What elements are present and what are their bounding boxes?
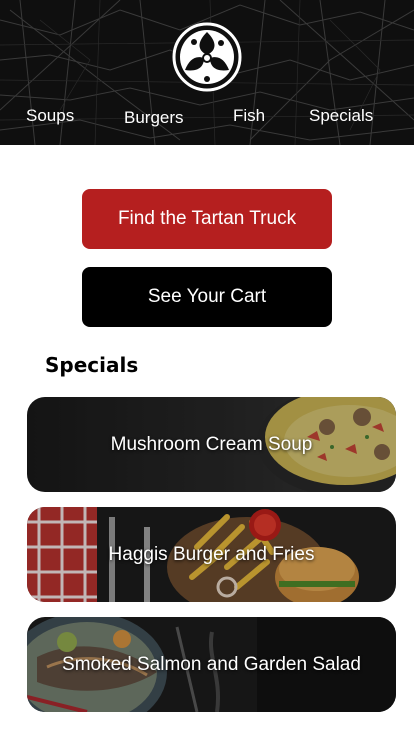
special-card-mushroom-soup[interactable]: Mushroom Cream Soup (27, 397, 396, 492)
special-card-label: Smoked Salmon and Garden Salad (62, 653, 361, 675)
see-cart-button[interactable]: See Your Cart (82, 267, 332, 327)
nav-item-fish[interactable]: Fish (233, 106, 265, 126)
nav-item-burgers[interactable]: Burgers (124, 108, 184, 128)
special-card-haggis-burger[interactable]: Haggis Burger and Fries (27, 507, 396, 602)
nav-item-specials[interactable]: Specials (309, 106, 373, 126)
find-truck-button[interactable]: Find the Tartan Truck (82, 189, 332, 249)
special-card-label: Haggis Burger and Fries (108, 543, 315, 565)
category-nav: Soups Burgers Fish Specials (0, 106, 414, 128)
special-card-label: Mushroom Cream Soup (110, 433, 313, 455)
nav-item-soups[interactable]: Soups (26, 106, 74, 126)
celtic-knot-logo (172, 22, 242, 92)
special-card-smoked-salmon[interactable]: Smoked Salmon and Garden Salad (27, 617, 396, 712)
header: Soups Burgers Fish Specials (0, 0, 414, 145)
specials-heading: Specials (45, 353, 139, 377)
